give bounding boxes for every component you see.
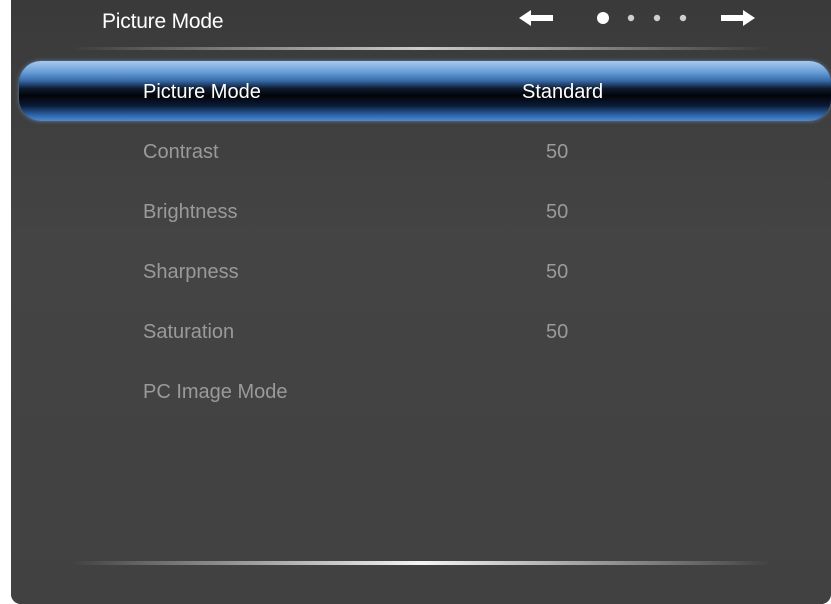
page-dot-1[interactable] bbox=[597, 12, 609, 24]
menu-item-label: PC Image Mode bbox=[143, 381, 288, 403]
picture-mode-panel: Picture Mode Picture Mode Standard Contr… bbox=[11, 0, 831, 604]
page-dot-3[interactable] bbox=[653, 14, 661, 22]
menu-item-sharpness[interactable]: Sharpness 50 bbox=[11, 241, 831, 301]
footer-divider bbox=[71, 561, 771, 565]
menu-item-value: 50 bbox=[546, 141, 569, 163]
menu-item-value: Standard bbox=[522, 81, 604, 103]
menu-item-value: 50 bbox=[546, 261, 569, 283]
page-navigation bbox=[517, 7, 757, 29]
page-dot-4[interactable] bbox=[679, 14, 687, 22]
arrow-left-icon[interactable] bbox=[519, 10, 553, 26]
arrow-right-icon[interactable] bbox=[721, 10, 755, 26]
page-dot-2[interactable] bbox=[627, 14, 635, 22]
menu-item-label: Picture Mode bbox=[143, 81, 261, 103]
picture-settings-menu: Picture Mode Standard Contrast 50 Bright… bbox=[11, 61, 831, 421]
menu-item-brightness[interactable]: Brightness 50 bbox=[11, 181, 831, 241]
menu-item-value: 50 bbox=[546, 321, 569, 343]
menu-item-saturation[interactable]: Saturation 50 bbox=[11, 301, 831, 361]
menu-item-label: Sharpness bbox=[143, 261, 239, 283]
menu-item-label: Saturation bbox=[143, 321, 235, 343]
menu-item-label: Brightness bbox=[143, 201, 238, 223]
menu-item-contrast[interactable]: Contrast 50 bbox=[11, 121, 831, 181]
page-title: Picture Mode bbox=[102, 10, 224, 33]
menu-item-picture-mode[interactable]: Picture Mode Standard bbox=[19, 61, 831, 121]
header-divider bbox=[71, 47, 771, 50]
menu-item-pc-image-mode[interactable]: PC Image Mode bbox=[11, 361, 831, 421]
menu-item-label: Contrast bbox=[143, 141, 219, 163]
menu-item-value: 50 bbox=[546, 201, 569, 223]
